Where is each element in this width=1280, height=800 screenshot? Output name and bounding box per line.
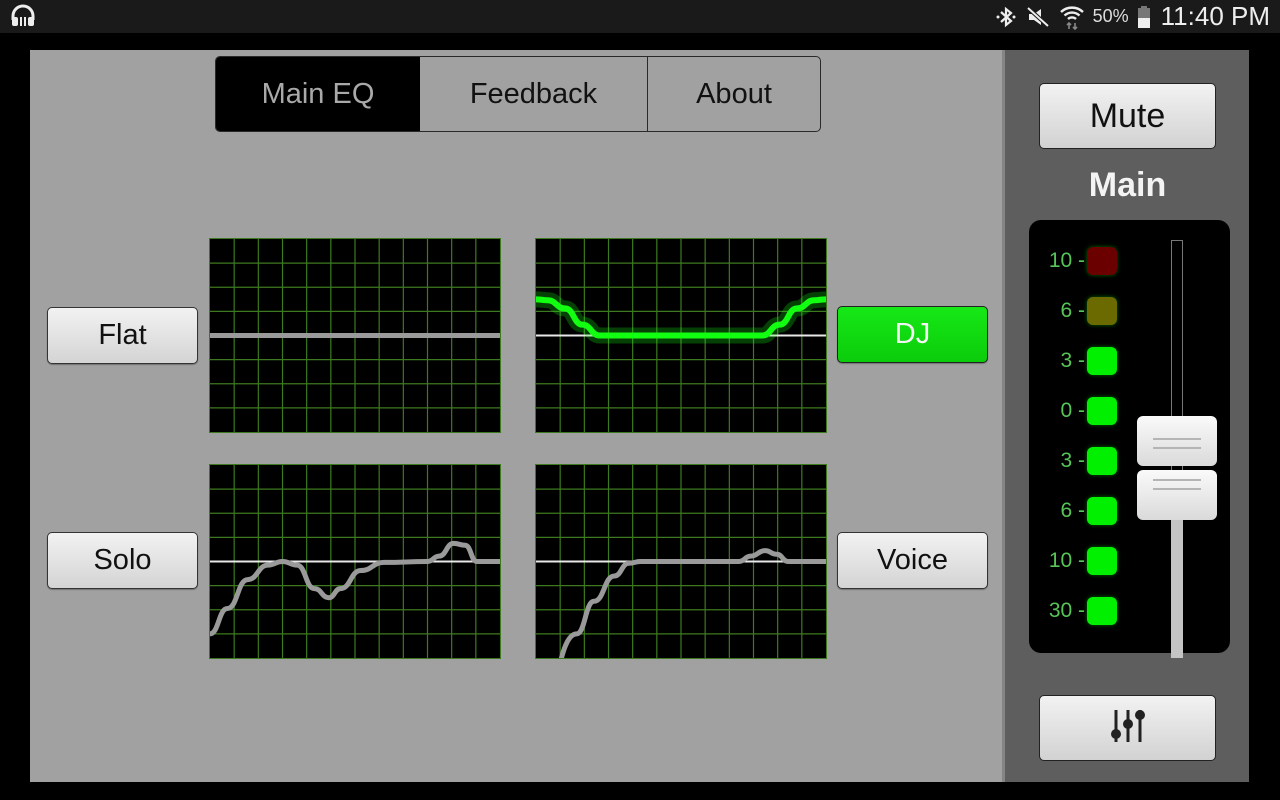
status-bar: 50% 11:40 PM bbox=[0, 0, 1280, 33]
tab-feedback[interactable]: Feedback bbox=[420, 57, 648, 131]
meter-led bbox=[1087, 447, 1117, 475]
tab-bar: Main EQ Feedback About bbox=[215, 56, 821, 132]
meter-label: 30 - bbox=[1048, 599, 1085, 622]
meter-row: 6 - bbox=[1029, 496, 1117, 526]
tab-about[interactable]: About bbox=[648, 57, 820, 131]
main-eq-panel: Main EQ Feedback About Flat DJ Solo Voic… bbox=[30, 50, 1002, 782]
meter-row: 10 - bbox=[1029, 546, 1117, 576]
meter-led bbox=[1087, 397, 1117, 425]
mixer-settings-button[interactable] bbox=[1039, 695, 1216, 761]
meter-label: 6 - bbox=[1060, 299, 1085, 322]
meter-label: 10 - bbox=[1048, 549, 1085, 572]
meter-led bbox=[1087, 597, 1117, 625]
meter-label: 3 - bbox=[1060, 449, 1085, 472]
fader-handle[interactable] bbox=[1137, 415, 1217, 520]
headphones-icon bbox=[10, 4, 36, 33]
preset-voice-button[interactable]: Voice bbox=[837, 532, 988, 589]
meter-label: 6 - bbox=[1060, 499, 1085, 522]
mute-button[interactable]: Mute bbox=[1039, 83, 1216, 149]
meter-led bbox=[1087, 297, 1117, 325]
channel-strip: Mute Main 10 - 6 - 3 - 0 - 3 - 6 - 10 - 30 - bbox=[1002, 50, 1249, 782]
mute-sound-icon bbox=[1025, 5, 1051, 29]
eq-graph-flat[interactable] bbox=[209, 238, 501, 433]
fader-fill bbox=[1171, 519, 1183, 658]
meter-label: 3 - bbox=[1060, 349, 1085, 372]
meter-label: 10 - bbox=[1048, 249, 1085, 272]
channel-label: Main bbox=[1088, 166, 1167, 204]
meter-row: 6 - bbox=[1029, 296, 1117, 326]
preset-dj-button[interactable]: DJ bbox=[837, 306, 988, 363]
wifi-icon bbox=[1059, 4, 1085, 30]
eq-graph-voice[interactable] bbox=[535, 464, 827, 659]
preset-solo-button[interactable]: Solo bbox=[47, 532, 198, 589]
sliders-icon bbox=[1108, 706, 1148, 751]
meter-row: 3 - bbox=[1029, 446, 1117, 476]
meter-led bbox=[1087, 547, 1117, 575]
meter-row: 3 - bbox=[1029, 346, 1117, 376]
level-meter: 10 - 6 - 3 - 0 - 3 - 6 - 10 - 30 - bbox=[1029, 220, 1230, 658]
clock: 11:40 PM bbox=[1160, 1, 1270, 31]
eq-graph-dj[interactable] bbox=[535, 238, 827, 433]
battery-icon bbox=[1137, 5, 1151, 29]
meter-led bbox=[1087, 247, 1117, 275]
tab-main-eq[interactable]: Main EQ bbox=[216, 57, 420, 131]
meter-row: 10 - bbox=[1029, 246, 1117, 276]
meter-row: 30 - bbox=[1029, 596, 1117, 626]
bluetooth-icon bbox=[995, 5, 1017, 29]
meter-row: 0 - bbox=[1029, 396, 1117, 426]
meter-led bbox=[1087, 497, 1117, 525]
meter-label: 0 - bbox=[1060, 399, 1085, 422]
meter-led bbox=[1087, 347, 1117, 375]
battery-percent: 50% bbox=[1092, 6, 1129, 26]
eq-graph-solo[interactable] bbox=[209, 464, 501, 659]
preset-flat-button[interactable]: Flat bbox=[47, 307, 198, 364]
